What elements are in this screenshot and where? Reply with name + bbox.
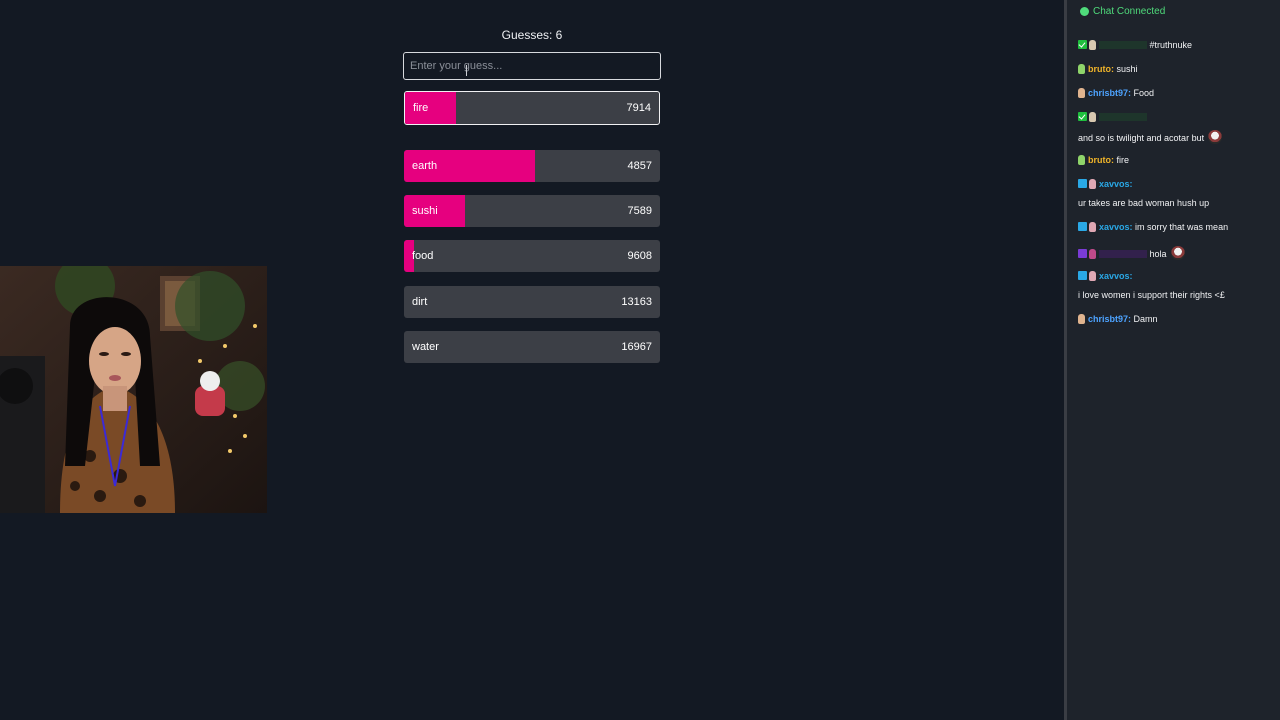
user-badge-icon: [1089, 112, 1096, 122]
webcam-feed: [0, 266, 267, 513]
guess-word: fire: [413, 102, 429, 114]
chat-message-text: ur takes are bad woman hush up: [1078, 198, 1210, 208]
guess-input[interactable]: [403, 52, 661, 80]
guess-word: earth: [412, 160, 438, 172]
guess-row: earth 4857: [404, 150, 660, 182]
guess-word: sushi: [412, 205, 438, 217]
chat-message: xavvos:: [1078, 270, 1274, 282]
guess-row: water 16967: [404, 331, 660, 363]
chat-panel: Chat Connected #truthnuke bruto: sushi chr…: [1067, 0, 1280, 720]
chat-message: ur takes are bad woman hush up: [1078, 197, 1274, 209]
chat-username[interactable]: bruto:: [1088, 64, 1114, 74]
emote-icon: [1170, 246, 1185, 260]
chat-message-text: im sorry that was mean: [1135, 222, 1229, 232]
chat-message: bruto: sushi: [1078, 63, 1274, 75]
chat-message: xavvos: im sorry that was mean: [1078, 221, 1274, 233]
chat-message-text: #truthnuke: [1149, 40, 1193, 50]
connected-dot-icon: [1080, 7, 1089, 16]
user-badge-icon: [1078, 88, 1085, 98]
chat-username[interactable]: xavvos:: [1099, 271, 1133, 281]
chat-username[interactable]: [1099, 41, 1147, 49]
chat-username[interactable]: chrisbt97:: [1088, 314, 1131, 324]
user-badge-icon: [1078, 314, 1085, 324]
user-badge-icon: [1078, 64, 1085, 74]
chat-message-text: Food: [1133, 88, 1155, 98]
chat-message: hola: [1078, 246, 1274, 260]
guess-rank: 4857: [627, 160, 652, 172]
guess-rank: 16967: [621, 341, 652, 353]
chat-message-text: hola: [1149, 249, 1167, 259]
chat-message-text: fire: [1116, 155, 1130, 165]
guess-word: water: [412, 341, 439, 353]
user-badge-icon: [1078, 155, 1085, 165]
text-cursor-icon: [466, 65, 467, 76]
user-badge-icon: [1089, 271, 1096, 281]
chat-message: chrisbt97: Food: [1078, 87, 1274, 99]
user-badge-icon: [1089, 222, 1096, 232]
user-badge-icon: [1089, 249, 1096, 259]
guess-row: sushi 7589: [404, 195, 660, 227]
chat-message-text: sushi: [1116, 64, 1138, 74]
guess-word: dirt: [412, 296, 428, 308]
chat-message: bruto: fire: [1078, 154, 1274, 166]
emote-icon: [1208, 130, 1223, 144]
guess-rank: 7589: [627, 205, 652, 217]
chat-message: i love women i support their rights <£: [1078, 289, 1274, 301]
chat-username[interactable]: chrisbt97:: [1088, 88, 1131, 98]
guess-count: Guesses: 6: [501, 28, 563, 42]
chat-message-text: Damn: [1133, 314, 1158, 324]
prime-badge-icon: [1078, 222, 1087, 231]
chat-username[interactable]: [1099, 250, 1147, 258]
prime-badge-icon: [1078, 271, 1087, 280]
guess-row: food 9608: [404, 240, 660, 272]
chat-message: #truthnuke: [1078, 39, 1274, 51]
chat-message: chrisbt97: Damn: [1078, 313, 1274, 325]
user-badge-icon: [1089, 40, 1096, 50]
sub-badge-icon: [1078, 249, 1087, 258]
chat-message: [1078, 111, 1274, 123]
chat-status: Chat Connected: [1080, 6, 1165, 17]
current-guess-row: fire 7914: [404, 91, 660, 125]
chat-username[interactable]: xavvos:: [1099, 179, 1133, 189]
prime-badge-icon: [1078, 179, 1087, 188]
chat-username[interactable]: xavvos:: [1099, 222, 1133, 232]
chat-username[interactable]: [1099, 113, 1147, 121]
chat-message-text: i love women i support their rights <£: [1078, 290, 1225, 300]
guess-rank: 13163: [621, 296, 652, 308]
guess-row: dirt 13163: [404, 286, 660, 318]
game-stage: Guesses: 6 fire 7914 earth 4857 sushi 7589 f…: [0, 0, 1064, 720]
guess-word: food: [412, 250, 434, 262]
check-badge-icon: [1078, 40, 1087, 49]
guess-rank: 7914: [626, 102, 651, 114]
user-badge-icon: [1089, 179, 1096, 189]
chat-message: and so is twilight and acotar but: [1078, 130, 1274, 144]
chat-username[interactable]: bruto:: [1088, 155, 1114, 165]
chat-message-text: and so is twilight and acotar but: [1078, 133, 1205, 143]
chat-status-label: Chat Connected: [1093, 6, 1166, 17]
chat-message: xavvos:: [1078, 178, 1274, 190]
guess-rank: 9608: [627, 250, 652, 262]
check-badge-icon: [1078, 112, 1087, 121]
